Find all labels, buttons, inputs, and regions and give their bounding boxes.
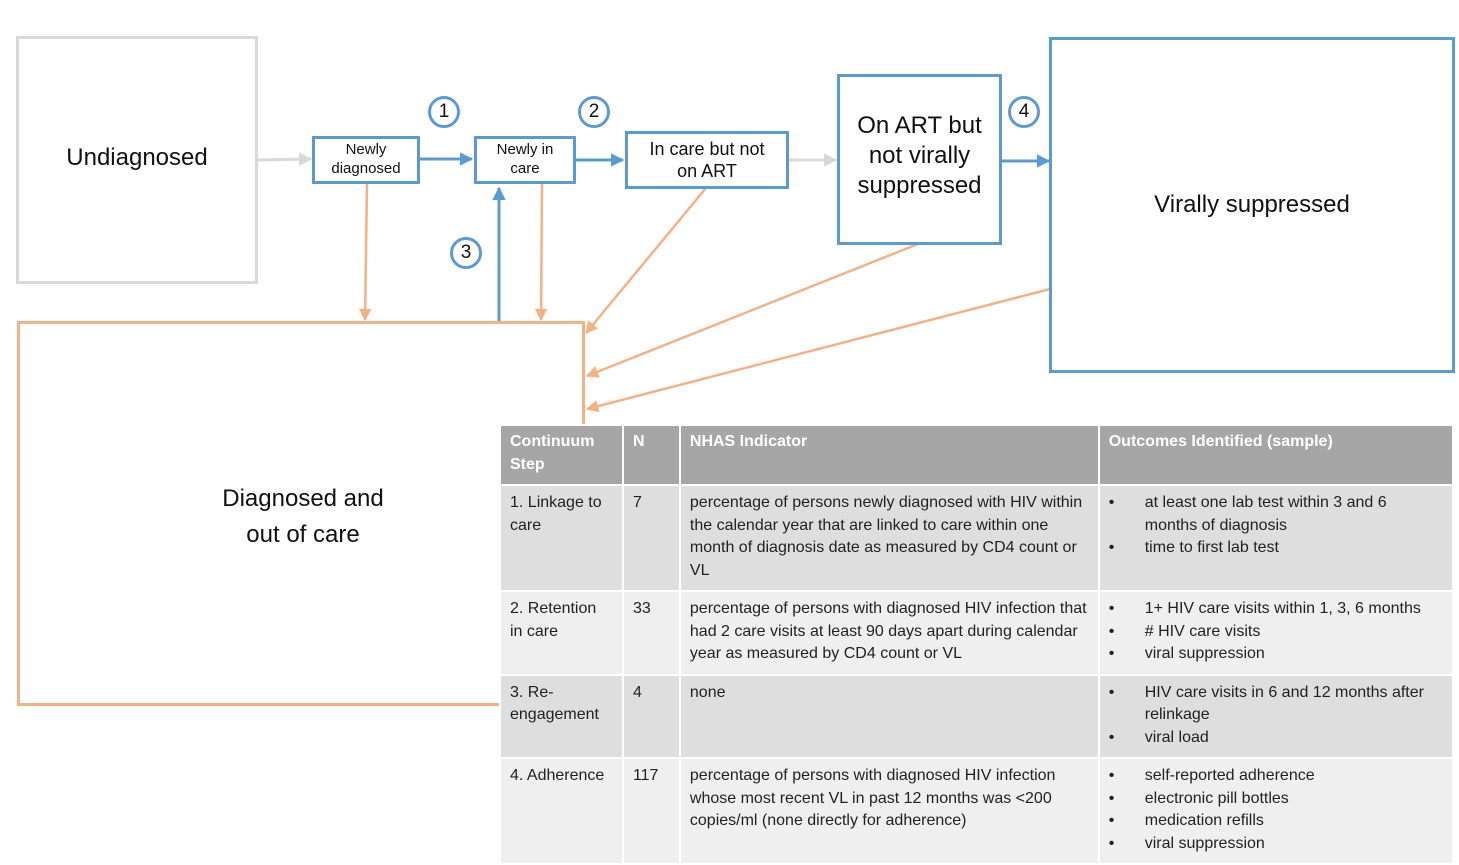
node-label-line: on ART — [677, 161, 737, 181]
outcome-item: HIV care visits in 6 and 12 months after… — [1109, 682, 1443, 727]
table-row: 3. Re-engagement 4 none HIV care visits … — [499, 673, 1455, 759]
outcomes-list: self-reported adherence electronic pill … — [1109, 765, 1443, 855]
node-label: Virally suppressed — [1154, 191, 1350, 218]
hiv-care-continuum-diagram: Diagnosed and out of care Undiagnosed Ne… — [0, 0, 1459, 865]
step-marker-3: 3 — [450, 237, 482, 269]
outcomes-list: at least one lab test within 3 and 6 mon… — [1109, 492, 1443, 560]
cell-indicator: percentage of persons newly diagnosed wi… — [678, 484, 1100, 592]
cell-outcomes: at least one lab test within 3 and 6 mon… — [1097, 484, 1455, 592]
step-marker-4: 4 — [1008, 96, 1040, 128]
outcome-item: time to first lab test — [1109, 537, 1443, 560]
node-newly-in-care: Newly in care — [474, 136, 576, 184]
table-row: 2. Retention in care 33 percentage of pe… — [499, 590, 1455, 676]
cell-indicator: percentage of persons with diagnosed HIV… — [678, 757, 1100, 865]
outcome-item: # HIV care visits — [1109, 621, 1443, 644]
cell-indicator: none — [678, 673, 1100, 759]
step-marker-2: 2 — [578, 96, 610, 128]
step-number: 2 — [588, 101, 600, 122]
arrow-newly-diagnosed-to-out-of-care — [358, 183, 372, 322]
node-label: Undiagnosed — [66, 144, 208, 171]
step-marker-1: 1 — [428, 96, 460, 128]
outcome-item: self-reported adherence — [1109, 765, 1443, 788]
cell-n: 7 — [621, 484, 681, 592]
header-n: N — [621, 424, 681, 486]
cell-n: 117 — [621, 757, 681, 865]
header-nhas-indicator: NHAS Indicator — [678, 424, 1100, 486]
cell-n: 4 — [621, 673, 681, 759]
table-row: 1. Linkage to care 7 percentage of perso… — [499, 484, 1455, 592]
node-label-line: On ART but — [857, 111, 982, 139]
node-newly-diagnosed: Newly diagnosed — [312, 136, 420, 184]
outcome-item: medication refills — [1109, 810, 1443, 833]
arrow-undiagnosed-to-newly-diagnosed — [256, 152, 313, 166]
node-label-line: Newly — [345, 141, 387, 159]
outcome-item: viral suppression — [1109, 643, 1443, 666]
header-continuum-step: Continuum Step — [499, 424, 624, 486]
arrow-in-care-not-art-to-out-of-care — [585, 187, 707, 334]
cell-outcomes: self-reported adherence electronic pill … — [1097, 757, 1455, 865]
outcome-item: electronic pill bottles — [1109, 788, 1443, 811]
outcome-item: 1+ HIV care visits within 1, 3, 6 months — [1109, 598, 1443, 621]
node-label-line: care — [510, 160, 540, 177]
cell-outcomes: HIV care visits in 6 and 12 months after… — [1097, 673, 1455, 759]
header-outcomes: Outcomes Identified (sample) — [1097, 424, 1455, 486]
node-label-line: In care but not — [649, 138, 765, 159]
node-label-line: not virally — [868, 141, 971, 169]
node-label-line: diagnosed — [331, 160, 401, 177]
outcomes-list: 1+ HIV care visits within 1, 3, 6 months… — [1109, 598, 1443, 666]
cell-step: 3. Re-engagement — [499, 673, 624, 759]
cell-step: 1. Linkage to care — [499, 484, 624, 592]
outcome-item: viral load — [1109, 727, 1443, 750]
continuum-table: Continuum Step N NHAS Indicator Outcomes… — [499, 424, 1455, 865]
node-undiagnosed: Undiagnosed — [16, 36, 258, 284]
arrow-newly-in-care-to-out-of-care — [534, 183, 548, 322]
node-on-art-not-suppressed: On ART but not virally suppressed — [837, 74, 1002, 245]
cell-step: 2. Retention in care — [499, 590, 624, 676]
cell-n: 33 — [621, 590, 681, 676]
step-number: 3 — [460, 242, 472, 263]
step-number: 1 — [438, 101, 450, 122]
outcome-item: at least one lab test within 3 and 6 mon… — [1109, 492, 1443, 537]
table-header-row: Continuum Step N NHAS Indicator Outcomes… — [499, 424, 1455, 486]
table-row: 4. Adherence 117 percentage of persons w… — [499, 757, 1455, 865]
node-virally-suppressed: Virally suppressed — [1049, 37, 1455, 373]
cell-outcomes: 1+ HIV care visits within 1, 3, 6 months… — [1097, 590, 1455, 676]
node-label-line: suppressed — [857, 171, 982, 199]
node-label-line: Newly in — [496, 141, 554, 159]
outcomes-list: HIV care visits in 6 and 12 months after… — [1109, 682, 1443, 750]
outcome-item: viral suppression — [1109, 833, 1443, 856]
step-number: 4 — [1018, 101, 1030, 122]
arrow-on-art-to-out-of-care — [585, 242, 919, 378]
cell-indicator: percentage of persons with diagnosed HIV… — [678, 590, 1100, 676]
cell-step: 4. Adherence — [499, 757, 624, 865]
node-in-care-not-on-art: In care but not on ART — [625, 131, 789, 189]
